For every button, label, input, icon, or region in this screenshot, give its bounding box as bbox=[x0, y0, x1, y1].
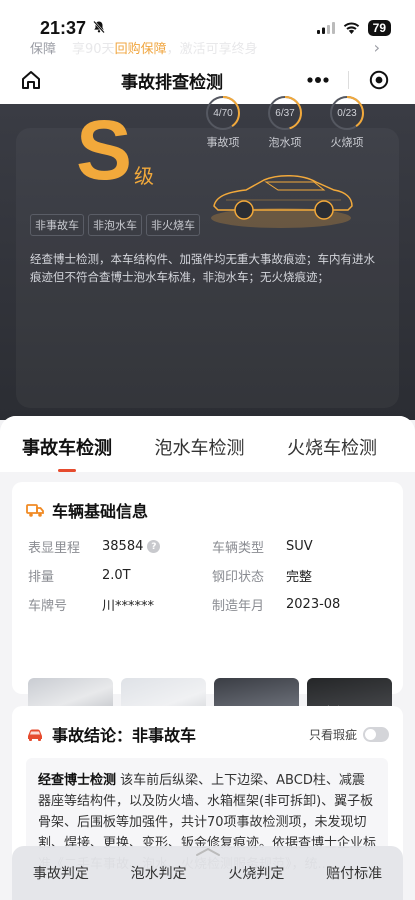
guarantee-label: 保障 bbox=[30, 42, 57, 57]
conclusion-brand: 经查博士检测 bbox=[38, 773, 117, 788]
bottom-item-compensation[interactable]: 赔付标准 bbox=[326, 863, 382, 883]
car-illustration bbox=[211, 175, 353, 228]
info-key: 车牌号 bbox=[28, 599, 68, 614]
inspection-rings: 4/70 事故项 6/37 泡水项 0/23 火烧项 bbox=[204, 96, 366, 150]
grade-suffix: 级 bbox=[134, 164, 154, 188]
info-key: 钢印状态 bbox=[212, 570, 265, 585]
bottom-item-fire[interactable]: 火烧判定 bbox=[228, 863, 284, 883]
chevron-right-icon: › bbox=[373, 38, 380, 57]
tag-non-accident: 非事故车 bbox=[30, 214, 84, 236]
car-crash-icon bbox=[28, 729, 42, 741]
tab-flood[interactable]: 泡水车检测 bbox=[155, 434, 245, 472]
mileage-value: 38584 bbox=[102, 539, 144, 554]
tab-accident[interactable]: 事故车检测 bbox=[22, 434, 112, 472]
guarantee-text-pre: 享90天 bbox=[72, 42, 115, 57]
info-key: 排量 bbox=[28, 570, 55, 585]
battery-indicator: 79 bbox=[367, 20, 391, 36]
info-key: 制造年月 bbox=[212, 599, 265, 614]
progress-arc bbox=[330, 96, 364, 130]
bottom-nav-bar: 事故判定 泡水判定 火烧判定 赔付标准 bbox=[12, 846, 403, 900]
conclusion-title: 事故结论：非事故车 bbox=[26, 722, 196, 746]
only-flaws-toggle[interactable]: 只看瑕疵 bbox=[309, 726, 389, 743]
ring-label: 泡水项 bbox=[268, 136, 302, 149]
detail-panel: 事故车检测 泡水车检测 火烧车检测 车辆基础信息 表显里程 38584? 车辆类… bbox=[0, 416, 415, 900]
capsule-divider bbox=[348, 71, 349, 89]
info-value: 2.0T bbox=[102, 568, 131, 583]
info-row: 排量 2.0T 钢印状态 完整 bbox=[28, 561, 388, 590]
ring-label: 火烧项 bbox=[330, 136, 364, 149]
more-dots-icon bbox=[307, 77, 329, 83]
info-value: 38584? bbox=[102, 539, 212, 554]
info-value: SUV bbox=[286, 539, 313, 554]
bottom-item-accident[interactable]: 事故判定 bbox=[33, 863, 89, 883]
ring-flood: 6/37 泡水项 bbox=[266, 96, 304, 150]
info-key: 表显里程 bbox=[28, 541, 81, 556]
wifi-icon bbox=[343, 19, 360, 38]
home-button[interactable] bbox=[16, 65, 46, 95]
page-title: 事故排查检测 bbox=[121, 72, 223, 93]
close-miniprogram-button[interactable] bbox=[359, 66, 399, 94]
home-icon bbox=[22, 71, 40, 89]
toggle-switch[interactable] bbox=[363, 726, 389, 742]
conclusion-title-text: 事故结论：非事故车 bbox=[52, 726, 197, 745]
card-title-text: 车辆基础信息 bbox=[52, 502, 149, 521]
progress-ring: 4/70 bbox=[206, 96, 240, 130]
progress-ring: 6/37 bbox=[268, 96, 302, 130]
info-value: 2023-08 bbox=[286, 597, 341, 612]
inspection-tabs: 事故车检测 泡水车检测 火烧车检测 bbox=[0, 416, 415, 472]
guarantee-banner[interactable]: 保障 享90天 回购保障 ，激活可享终身 › bbox=[30, 38, 380, 57]
ring-label: 事故项 bbox=[206, 136, 240, 149]
more-button[interactable] bbox=[298, 66, 338, 94]
chevron-up-icon[interactable] bbox=[194, 842, 222, 861]
progress-ring: 0/23 bbox=[330, 96, 364, 130]
hero-description: 经查博士检测，本车结构件、加强件均无重大事故痕迹；车内有进水痕迹但不符合查博士泡… bbox=[30, 252, 375, 284]
info-value: 川****** bbox=[102, 599, 155, 614]
target-circle-icon bbox=[369, 70, 389, 90]
info-key: 车辆类型 bbox=[212, 541, 265, 556]
guarantee-text-post: ，激活可享终身 bbox=[166, 42, 258, 57]
info-value: 完整 bbox=[286, 570, 313, 585]
help-icon[interactable]: ? bbox=[147, 540, 161, 553]
bottom-item-flood[interactable]: 泡水判定 bbox=[131, 863, 187, 883]
info-row: 车牌号 川****** 制造年月 2023-08 bbox=[28, 590, 388, 619]
bell-muted-icon bbox=[92, 18, 106, 39]
info-row: 表显里程 38584? 车辆类型 SUV bbox=[28, 532, 388, 561]
ring-accident: 4/70 事故项 bbox=[204, 96, 242, 150]
tab-fire[interactable]: 火烧车检测 bbox=[287, 434, 377, 472]
cellular-signal-icon bbox=[316, 19, 335, 38]
status-time: 21:37 bbox=[40, 18, 106, 39]
vehicle-basic-info-card: 车辆基础信息 表显里程 38584? 车辆类型 SUV 排量 2.0T 钢印状态… bbox=[12, 482, 403, 744]
truck-icon bbox=[26, 504, 44, 517]
conclusion-header: 事故结论：非事故车 只看瑕疵 bbox=[12, 706, 403, 746]
ring-fire: 0/23 火烧项 bbox=[328, 96, 366, 150]
guarantee-highlight: 回购保障 bbox=[114, 42, 167, 57]
grade-letter: S bbox=[76, 103, 133, 197]
clock-text: 21:37 bbox=[40, 17, 87, 38]
result-tags: 非事故车 非泡水车 非火烧车 bbox=[30, 214, 200, 236]
info-grid: 表显里程 38584? 车辆类型 SUV 排量 2.0T 钢印状态 完整 车牌号… bbox=[28, 532, 388, 619]
progress-arc bbox=[206, 96, 240, 130]
tag-non-fire: 非火烧车 bbox=[146, 214, 200, 236]
card-title: 车辆基础信息 bbox=[12, 482, 403, 522]
tag-non-flood: 非泡水车 bbox=[88, 214, 142, 236]
toggle-label: 只看瑕疵 bbox=[308, 727, 357, 742]
progress-arc bbox=[268, 96, 302, 130]
